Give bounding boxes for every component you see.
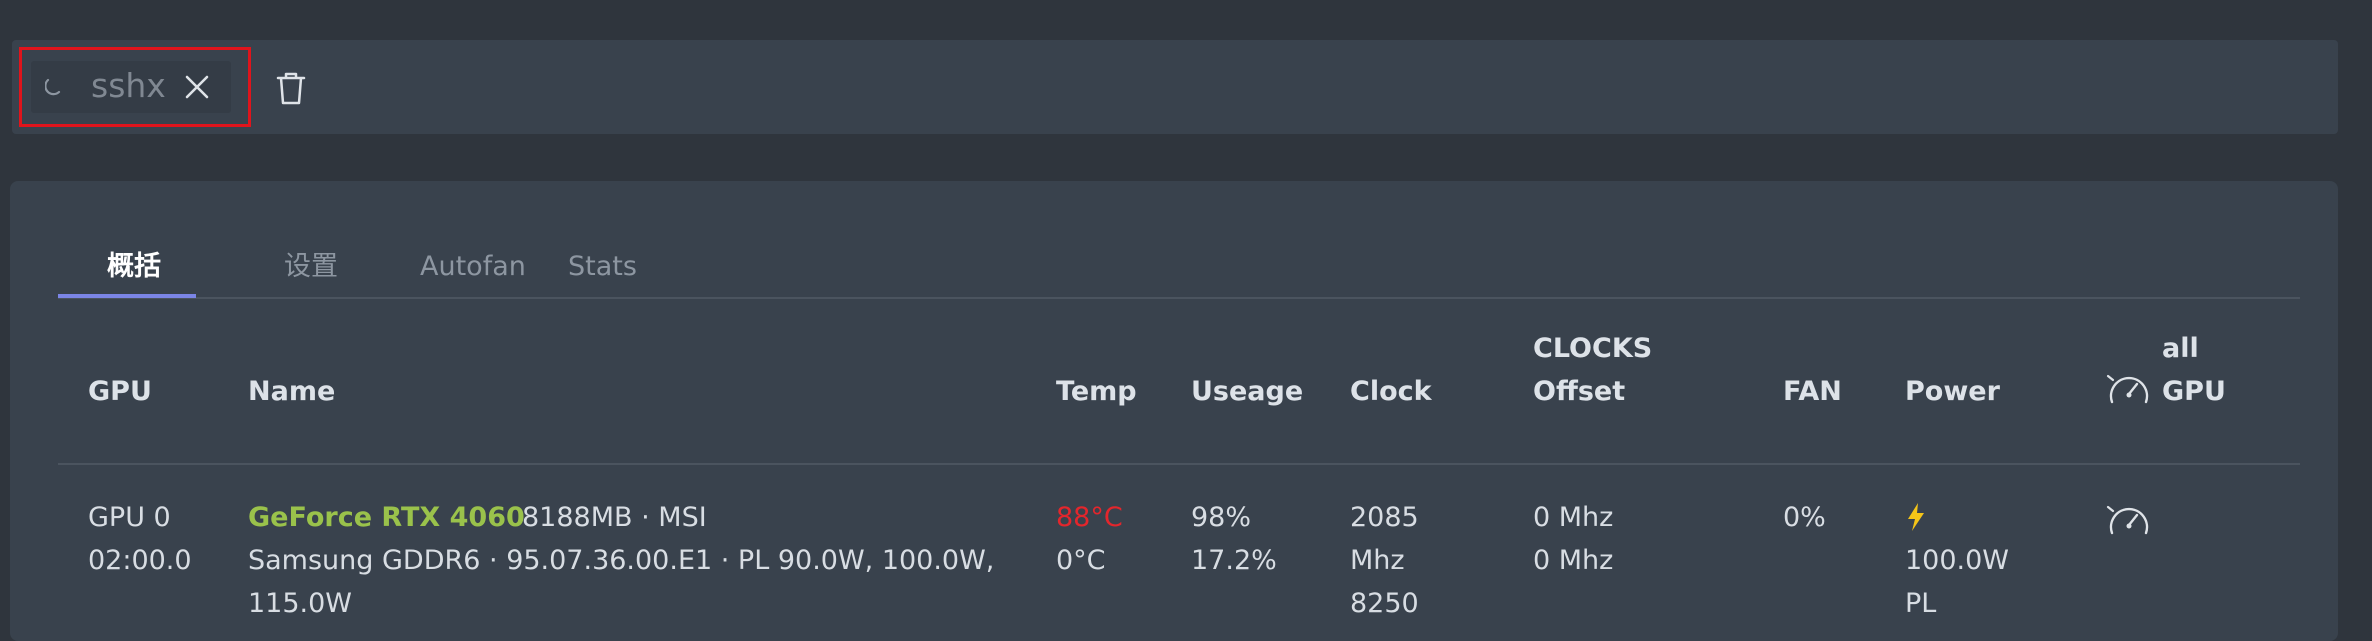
gpu-id: GPU 0 [88, 502, 171, 533]
gauge-icon[interactable] [2106, 499, 2152, 541]
offset-core: 0 Mhz [1533, 502, 1614, 533]
header-gpu: GPU [88, 376, 152, 407]
clock-unit: Mhz [1350, 545, 1405, 576]
header-name: Name [248, 376, 336, 407]
gpu-bus-id: 02:00.0 [88, 545, 192, 576]
clock-core: 2085 [1350, 502, 1419, 533]
gpu-memory-vendor: 8188MB · MSI [522, 502, 707, 533]
highlight-box [19, 47, 251, 127]
gpu-panel: 概括 设置 Autofan Stats GPU Name Temp Useage… [10, 181, 2338, 641]
fan-speed: 0% [1783, 502, 1826, 533]
lightning-icon [1908, 503, 1924, 531]
active-tab-indicator [58, 294, 196, 298]
header-power: Power [1905, 376, 2000, 407]
header-fan: FAN [1783, 376, 1842, 407]
header-clocks-offset-line1: CLOCKS [1533, 333, 1653, 364]
tab-bar: 概括 设置 Autofan Stats [58, 247, 2300, 299]
table-divider [58, 463, 2300, 465]
useage-mem: 17.2% [1191, 545, 1277, 576]
trash-icon[interactable] [273, 70, 309, 106]
header-clocks-offset-line2: Offset [1533, 376, 1626, 407]
header-all-gpu-line2: GPU [2162, 376, 2226, 407]
toolbar [12, 40, 2338, 134]
temp-mem: 0°C [1056, 545, 1106, 576]
gpu-model[interactable]: GeForce RTX 4060 [248, 496, 525, 539]
header-all-gpu-line1: all [2162, 333, 2199, 364]
power-value: 100.0W [1905, 545, 2009, 576]
temp-core: 88°C [1056, 502, 1123, 533]
header-temp: Temp [1056, 376, 1137, 407]
offset-mem: 0 Mhz [1533, 545, 1614, 576]
useage-gpu: 98% [1191, 502, 1252, 533]
power-limit-label: PL [1905, 588, 1937, 619]
gpu-details-cont: 115.0W [248, 588, 352, 619]
clock-mem: 8250 [1350, 588, 1419, 619]
tab-autofan[interactable]: Autofan [420, 247, 526, 297]
tab-overview[interactable]: 概括 [107, 247, 161, 297]
header-clock: Clock [1350, 376, 1432, 407]
header-useage: Useage [1191, 376, 1304, 407]
tab-settings[interactable]: 设置 [284, 247, 338, 297]
gauge-icon[interactable] [2106, 368, 2152, 410]
tab-stats[interactable]: Stats [568, 247, 637, 297]
gpu-details: Samsung GDDR6 · 95.07.36.00.E1 · PL 90.0… [248, 545, 995, 576]
